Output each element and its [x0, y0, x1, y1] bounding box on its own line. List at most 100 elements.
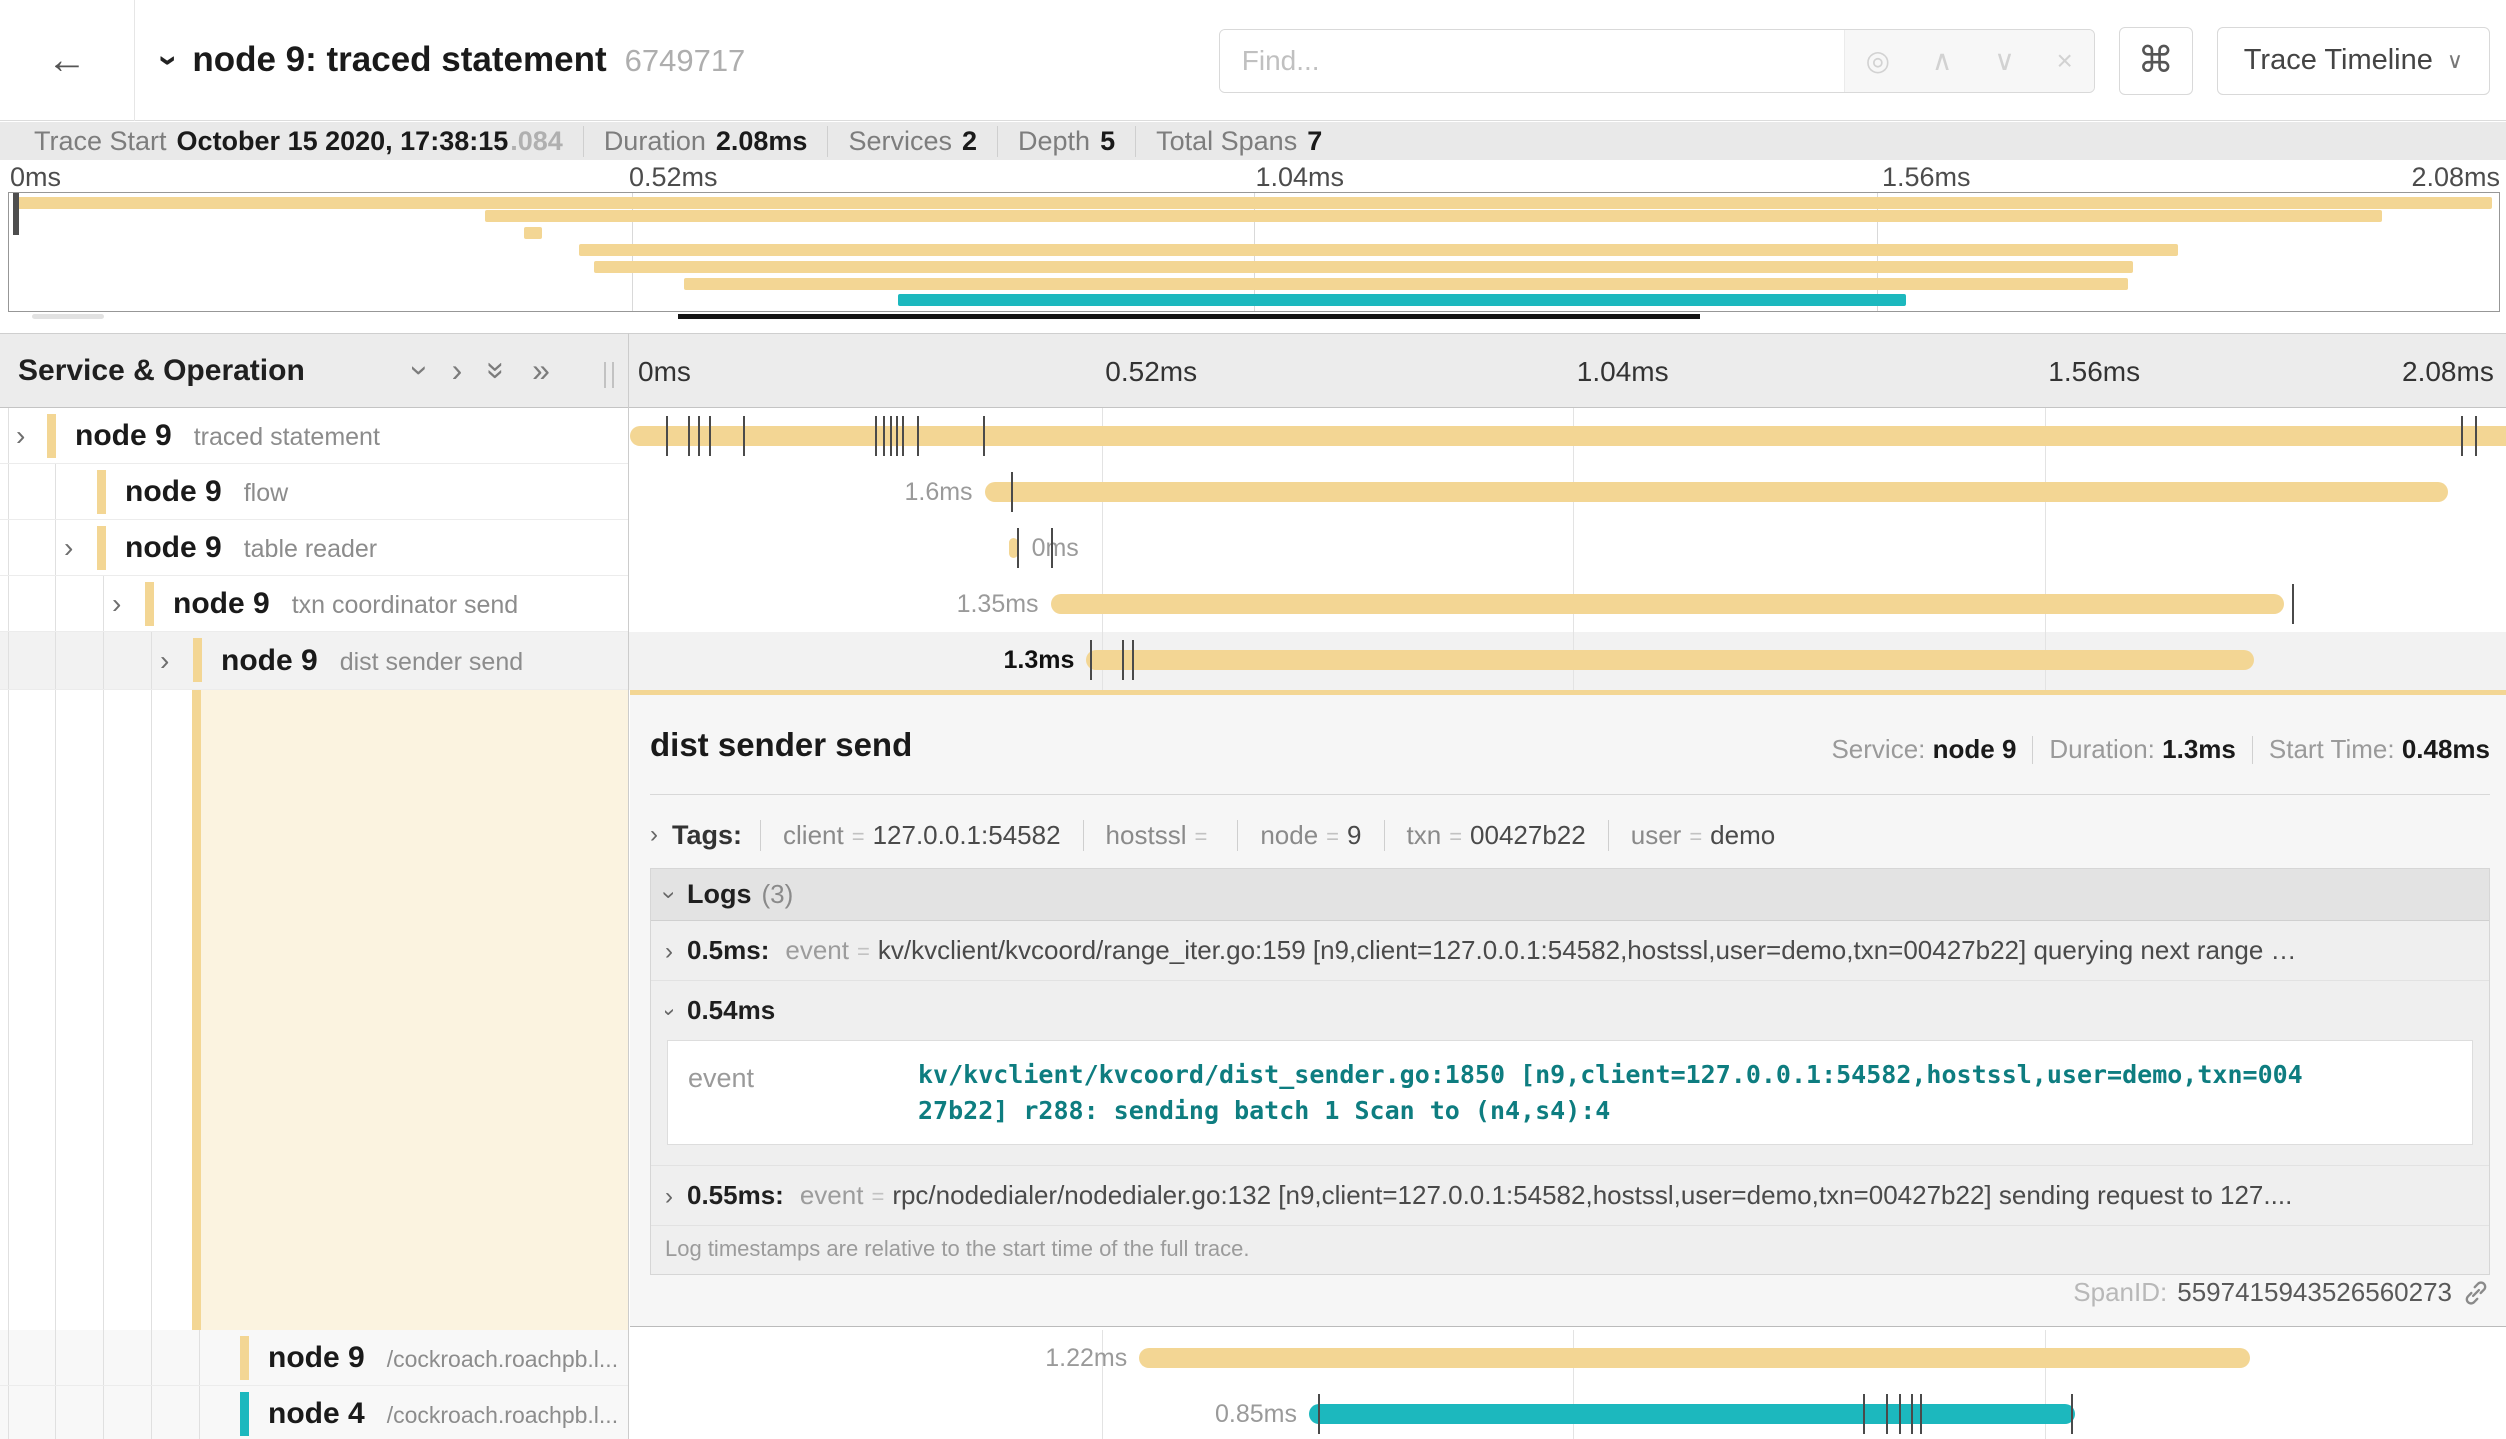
span-duration-label: 0ms: [1018, 534, 1079, 563]
span-bar[interactable]: [1086, 650, 2253, 670]
log-event-tick: [1090, 640, 1092, 680]
span-timeline-cell[interactable]: 1.35ms: [630, 576, 2506, 632]
log-event-tick: [743, 416, 745, 456]
summary-total-spans: Total Spans 7: [1135, 126, 1342, 157]
logs-header[interactable]: › Logs (3): [651, 869, 2489, 921]
span-row-node4-rpc[interactable]: node 4/cockroach.roachpb.l... 0.85ms: [0, 1386, 2506, 1439]
next-result-icon[interactable]: ∨: [1994, 44, 2015, 77]
log-field-key: event: [688, 1057, 918, 1128]
span-bar[interactable]: [1309, 1404, 2075, 1424]
log-event-tick: [709, 416, 711, 456]
summary-depth: Depth 5: [997, 126, 1135, 157]
span-row-table-reader[interactable]: › node 9table reader 0ms: [0, 520, 2506, 576]
span-row-txn-coordinator-send[interactable]: › node 9txn coordinator send 1.35ms: [0, 576, 2506, 632]
collapse-chevron-icon[interactable]: ›: [16, 420, 25, 452]
log-event-tick: [1132, 640, 1134, 680]
log-entry-2-expanded[interactable]: › 0.54ms event kv/kvclient/kvcoord/dist_…: [651, 981, 2489, 1166]
back-button[interactable]: ←: [0, 0, 135, 121]
selected-span-guide-fill: [201, 690, 628, 1330]
span-name-cell[interactable]: › node 9dist sender send: [0, 632, 628, 690]
minimap-scrollbar[interactable]: [8, 313, 2500, 320]
expand-tags-icon[interactable]: ›: [650, 821, 658, 849]
span-bar[interactable]: [630, 426, 2506, 446]
collapse-chevron-icon[interactable]: ›: [64, 532, 73, 564]
find-input[interactable]: [1220, 30, 1844, 92]
expand-log-icon[interactable]: ›: [665, 1183, 673, 1211]
column-resizer-grip[interactable]: [604, 362, 614, 388]
collapse-all-icon[interactable]: »: [479, 362, 516, 380]
span-row-flow[interactable]: node 9flow 1.6ms: [0, 464, 2506, 520]
log-event-tick: [1011, 472, 1013, 512]
prev-result-icon[interactable]: ∧: [1932, 44, 1953, 77]
timeline-header: Service & Operation › › » » 0ms 0.52ms 1…: [0, 333, 2506, 408]
service-color-chip: [97, 526, 106, 570]
tags-row[interactable]: › Tags: client=127.0.0.1:54582 hostssl= …: [650, 812, 2490, 858]
span-id-row: SpanID: 5597415943526560273: [2073, 1277, 2490, 1308]
span-name-cell[interactable]: node 4/cockroach.roachpb.l...: [0, 1386, 628, 1439]
span-timeline-cell[interactable]: 1.6ms: [630, 464, 2506, 520]
minimap-canvas[interactable]: [8, 192, 2500, 312]
tag-node: node=9: [1237, 820, 1383, 851]
logs-count: (3): [762, 879, 794, 910]
view-selector-button[interactable]: Trace Timeline ∨: [2217, 27, 2490, 95]
log-entry-1[interactable]: › 0.5ms: event = kv/kvclient/kvcoord/ran…: [651, 921, 2489, 981]
collapse-trace-icon[interactable]: ›: [149, 54, 188, 65]
expand-log-icon[interactable]: ›: [665, 938, 673, 966]
minimap-span-bar: [594, 261, 2133, 273]
detail-start-time-value: 0.48ms: [2402, 734, 2490, 764]
find-tools: ◎ ∧ ∨ ×: [1844, 30, 2094, 92]
span-row-traced-statement[interactable]: › node 9traced statement: [0, 408, 2506, 464]
span-name-cell[interactable]: › node 9txn coordinator send: [0, 576, 628, 632]
log-entry-3[interactable]: › 0.55ms: event = rpc/nodedialer/nodedia…: [651, 1166, 2489, 1226]
span-name-cell[interactable]: node 9/cockroach.roachpb.l...: [0, 1330, 628, 1386]
span-timeline-cell[interactable]: 1.3ms: [630, 632, 2506, 690]
span-color-accent: [630, 690, 2506, 695]
keyboard-shortcuts-button[interactable]: ⌘: [2119, 27, 2193, 95]
span-name-cell[interactable]: node 9flow: [0, 464, 628, 520]
log-event-tick: [902, 416, 904, 456]
log-event-tick: [896, 416, 898, 456]
service-name: node 9: [125, 475, 222, 508]
span-row-node9-rpc[interactable]: node 9/cockroach.roachpb.l... 1.22ms: [0, 1330, 2506, 1386]
trace-summary-bar: Trace Start October 15 2020, 17:38:15 .0…: [0, 122, 2506, 161]
span-bar[interactable]: [1139, 1348, 2250, 1368]
span-timeline-cell[interactable]: 1.22ms: [630, 1330, 2506, 1386]
service-name: node 9: [125, 531, 222, 564]
log-event-tick: [1911, 1394, 1913, 1434]
clear-search-icon[interactable]: ×: [2057, 45, 2073, 77]
span-name-cell[interactable]: › node 9table reader: [0, 520, 628, 576]
log-timestamp: 0.55ms:: [687, 1180, 784, 1211]
span-bar[interactable]: [1051, 594, 2284, 614]
locate-icon[interactable]: ◎: [1866, 44, 1890, 77]
minimap-drag-handle[interactable]: [13, 193, 19, 235]
span-timeline-cell[interactable]: [630, 408, 2506, 464]
logs-section: › Logs (3) › 0.5ms: event = kv/kvclient/…: [650, 868, 2490, 1275]
tags-label: Tags:: [672, 820, 742, 851]
log-event-tick: [1122, 640, 1124, 680]
span-duration-label: 1.35ms: [957, 590, 1051, 619]
span-timeline-cell[interactable]: 0ms: [630, 520, 2506, 576]
span-row-dist-sender-send[interactable]: › node 9dist sender send 1.3ms: [0, 632, 2506, 690]
collapse-one-icon[interactable]: ›: [402, 365, 439, 376]
span-timeline-cell[interactable]: 0.85ms: [630, 1386, 2506, 1439]
log-event-tick: [1051, 528, 1053, 568]
copy-link-icon[interactable]: [2462, 1279, 2490, 1307]
expand-one-icon[interactable]: ›: [452, 352, 463, 389]
service-name: node 4: [268, 1397, 365, 1430]
logs-title: Logs: [687, 879, 752, 910]
span-name-cell[interactable]: › node 9traced statement: [0, 408, 628, 464]
trace-minimap[interactable]: 0ms 0.52ms 1.04ms 1.56ms 2.08ms: [0, 160, 2506, 332]
collapse-chevron-icon[interactable]: ›: [112, 588, 121, 620]
operation-name: /cockroach.roachpb.l...: [387, 1346, 618, 1372]
log-event-tick: [883, 416, 885, 456]
span-bar[interactable]: [985, 482, 2449, 502]
minimap-viewport-indicator[interactable]: [678, 314, 1700, 319]
collapse-chevron-icon[interactable]: ›: [160, 645, 169, 677]
expand-all-icon[interactable]: »: [532, 352, 550, 389]
span-id-value: 5597415943526560273: [2177, 1277, 2452, 1308]
log-event-tick: [2475, 416, 2477, 456]
collapse-log-icon[interactable]: ›: [665, 1008, 683, 1016]
log-event-tick: [1318, 1394, 1320, 1434]
minimap-span-bar: [524, 227, 541, 239]
log-event-tick: [698, 416, 700, 456]
